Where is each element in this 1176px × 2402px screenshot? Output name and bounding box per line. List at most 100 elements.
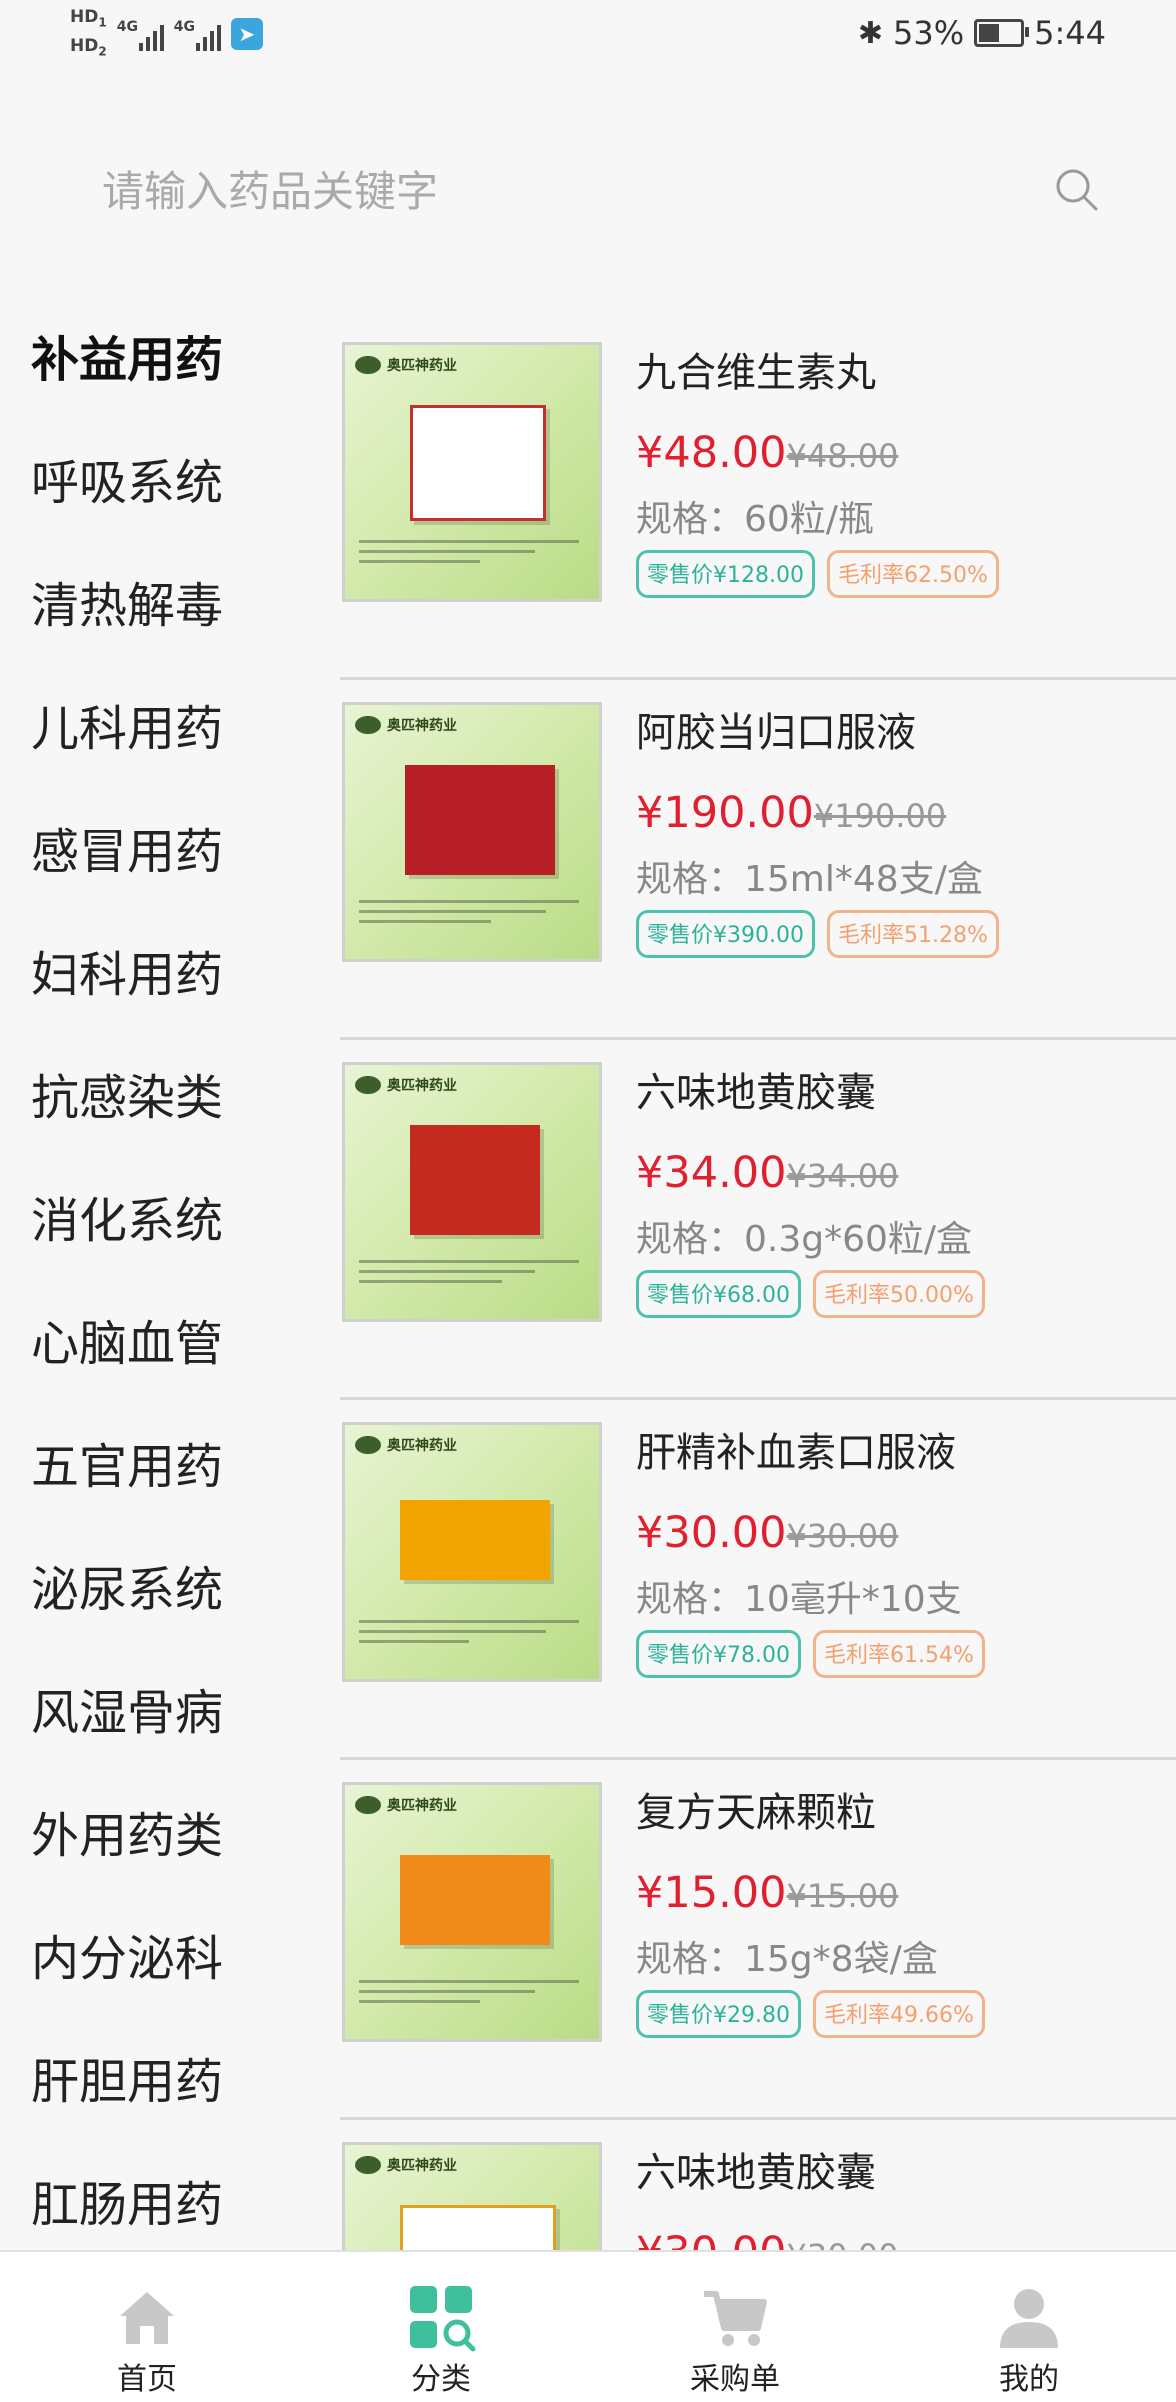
tab-profile[interactable]: 我的: [882, 2252, 1176, 2402]
brand-seal-icon: [355, 356, 381, 374]
category-item[interactable]: 清热解毒: [31, 566, 223, 636]
tab-cart[interactable]: 采购单: [588, 2252, 882, 2402]
price-row: ¥30.00 ¥30.00: [636, 1508, 898, 1558]
product-name: 九合维生素丸: [636, 350, 876, 396]
brand-logo: 奥匹神药业: [355, 355, 457, 375]
product-spec: 规格：15ml*48支/盒: [636, 859, 983, 900]
price: ¥190.00: [636, 788, 814, 838]
price-row: ¥48.00 ¥48.00: [636, 428, 898, 478]
search-bar: [62, 155, 1112, 227]
original-price: ¥15.00: [786, 1877, 899, 1915]
brand-logo: 奥匹神药业: [355, 1795, 457, 1815]
price-row: ¥15.00 ¥15.00: [636, 1868, 898, 1918]
product-card[interactable]: 奥匹神药业 九合维生素丸 ¥48.00 ¥48.00 规格：60粒/瓶 零售价¥…: [340, 320, 1176, 680]
brand-name: 奥匹神药业: [387, 1438, 457, 1454]
price: ¥30.00: [636, 1508, 787, 1558]
category-item[interactable]: 五官用药: [31, 1427, 223, 1497]
category-item[interactable]: 泌尿系统: [31, 1550, 223, 1620]
category-item[interactable]: 呼吸系统: [31, 443, 223, 513]
category-item[interactable]: 外用药类: [31, 1796, 223, 1866]
category-item[interactable]: 风湿骨病: [31, 1673, 223, 1743]
status-bar: HD1 HD2 4G 4G ➤ ✱ 53% 5:44: [0, 0, 1176, 72]
margin-badge: 毛利率51.28%: [826, 910, 999, 958]
signal-bar: [202, 37, 207, 52]
product-image[interactable]: 奥匹神药业: [342, 1782, 602, 2042]
brand-logo: 奥匹神药业: [355, 1075, 457, 1095]
retail-price-badge: 零售价¥78.00: [636, 1630, 801, 1678]
category-item-active[interactable]: 补益用药: [31, 320, 223, 390]
margin-badge: 毛利率49.66%: [812, 1990, 985, 2038]
battery-icon: [974, 19, 1030, 47]
signal-bar: [216, 25, 221, 52]
category-item[interactable]: 感冒用药: [31, 812, 223, 882]
category-item[interactable]: 肝胆用药: [31, 2042, 223, 2112]
original-price: ¥30.00: [786, 2237, 898, 2250]
bluetooth-icon: ✱: [857, 15, 884, 51]
battery-percent: 53%: [893, 14, 965, 52]
product-image[interactable]: 奥匹神药业: [342, 342, 602, 602]
search-icon[interactable]: [1052, 165, 1102, 215]
product-image[interactable]: 奥匹神药业: [342, 2142, 602, 2250]
product-image[interactable]: 奥匹神药业: [342, 702, 602, 962]
price: ¥34.00: [636, 1148, 787, 1198]
signal-bar: [159, 25, 164, 52]
brand-seal-icon: [355, 1436, 381, 1454]
tab-home[interactable]: 首页: [0, 2252, 294, 2402]
home-icon: [120, 2292, 174, 2344]
product-package: [400, 2205, 556, 2250]
product-image[interactable]: 奥匹神药业: [342, 1062, 602, 1322]
brand-seal-icon: [355, 1796, 381, 1814]
original-price: ¥190.00: [813, 797, 947, 835]
signal-bar: [145, 37, 150, 52]
brand-seal-icon: [355, 2156, 381, 2174]
product-card[interactable]: 奥匹神药业 六味地黄胶囊 ¥34.00 ¥34.00 规格：0.3g*60粒/盒…: [340, 1040, 1176, 1400]
search-input[interactable]: [100, 155, 1004, 227]
brand-name: 奥匹神药业: [387, 1078, 457, 1094]
hd1-text: HD: [70, 7, 99, 27]
product-card[interactable]: 奥匹神药业 复方天麻颗粒 ¥15.00 ¥15.00 规格：15g*8袋/盒 零…: [340, 1760, 1176, 2120]
category-item[interactable]: 儿科用药: [31, 689, 223, 759]
tab-category[interactable]: 分类: [294, 2252, 588, 2402]
package-text-lines: [359, 1613, 579, 1650]
category-item[interactable]: 妇科用药: [31, 935, 223, 1005]
product-package: [405, 765, 555, 875]
product-card[interactable]: 奥匹神药业 阿胶当归口服液 ¥190.00 ¥190.00 规格：15ml*48…: [340, 680, 1176, 1040]
product-package: [410, 405, 546, 521]
package-text-lines: [359, 1973, 579, 2010]
hd1-sub: 1: [98, 15, 107, 30]
cart-icon: [704, 2291, 767, 2346]
signal-icon-2: 4G: [174, 17, 221, 52]
product-image[interactable]: 奥匹神药业: [342, 1422, 602, 1682]
product-card[interactable]: 奥匹神药业 六味地黄胶囊 ¥30.00 ¥30.00: [340, 2120, 1176, 2250]
product-tags: 零售价¥29.80 毛利率49.66%: [636, 1990, 985, 2038]
category-item[interactable]: 内分泌科: [31, 1919, 223, 1989]
original-price: ¥34.00: [786, 1157, 899, 1195]
category-item[interactable]: 抗感染类: [31, 1058, 223, 1128]
tab-label: 首页: [117, 2362, 177, 2397]
retail-price-badge: 零售价¥29.80: [636, 1990, 801, 2038]
product-spec: 规格：15g*8袋/盒: [636, 1939, 938, 1980]
battery-fill: [979, 24, 1000, 42]
category-item[interactable]: 消化系统: [31, 1181, 223, 1251]
product-tags: 零售价¥390.00 毛利率51.28%: [636, 910, 999, 958]
brand-logo: 奥匹神药业: [355, 715, 457, 735]
original-price: ¥48.00: [786, 437, 899, 475]
product-card[interactable]: 奥匹神药业 肝精补血素口服液 ¥30.00 ¥30.00 规格：10毫升*10支…: [340, 1400, 1176, 1760]
price-row: ¥30.00 ¥30.00: [636, 2228, 898, 2250]
tab-label: 采购单: [690, 2362, 780, 2397]
price: ¥30.00: [636, 2228, 786, 2250]
status-right: ✱ 53% 5:44: [858, 14, 1106, 52]
product-name: 肝精补血素口服液: [636, 1430, 956, 1476]
signal-bar: [138, 43, 143, 52]
product-package: [400, 1855, 550, 1945]
retail-price-badge: 零售价¥128.00: [636, 550, 815, 598]
package-text-lines: [359, 893, 579, 930]
product-spec: 规格：60粒/瓶: [636, 499, 874, 540]
product-tags: 零售价¥68.00 毛利率50.00%: [636, 1270, 985, 1318]
category-item[interactable]: 肛肠用药: [31, 2165, 223, 2235]
category-item[interactable]: 心脑血管: [31, 1304, 223, 1374]
margin-badge: 毛利率62.50%: [826, 550, 999, 598]
status-left: HD1 HD2 4G 4G ➤: [70, 8, 263, 61]
brand-seal-icon: [355, 1076, 381, 1094]
product-package: [410, 1125, 540, 1235]
